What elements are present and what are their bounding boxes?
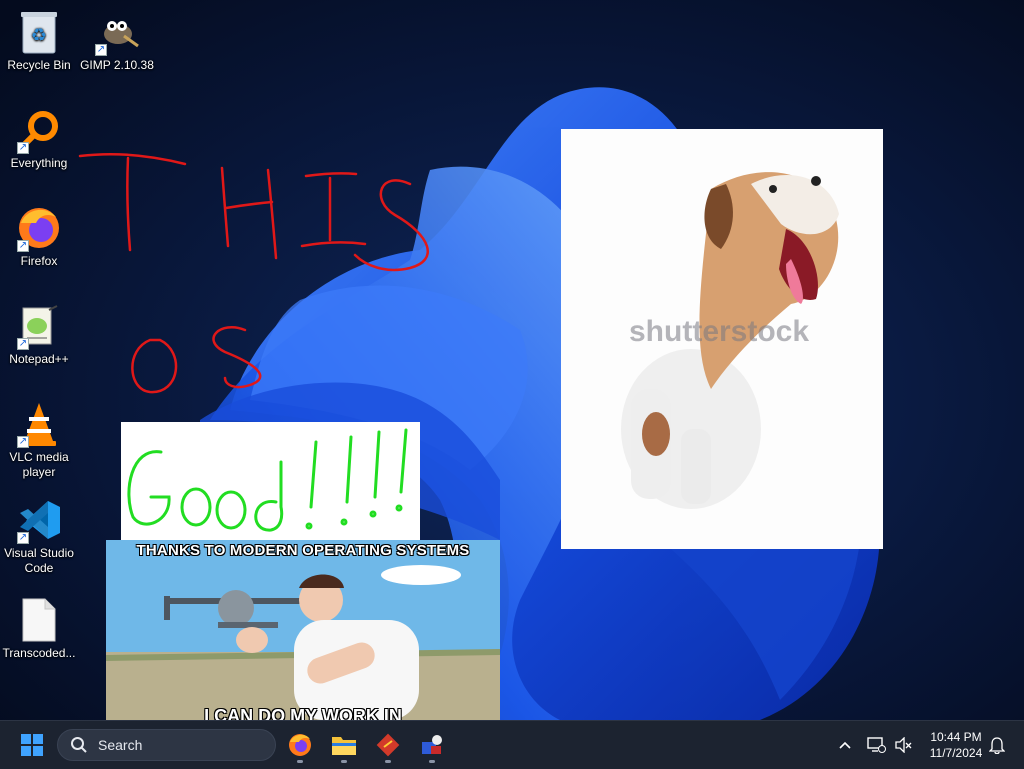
icon-label: Transcoded... xyxy=(2,646,76,660)
search-placeholder: Search xyxy=(98,737,143,753)
gimp-icon: ↗ xyxy=(93,8,141,56)
taskbar: Search 10:44 PM 11/7/2024 xyxy=(0,720,1024,769)
meme-bottom-caption: I CAN DO MY WORK IN xyxy=(204,706,402,720)
start-icon xyxy=(21,734,43,756)
vscode-icon: ↗ xyxy=(15,496,63,544)
meme-image: THANKS TO MODERN OPERATING SYSTEMS I CAN… xyxy=(106,540,500,720)
chevron-up-icon xyxy=(839,741,851,749)
vlc-shortcut[interactable]: ↗ VLC media player xyxy=(2,400,76,480)
network-icon xyxy=(867,737,886,753)
running-indicator xyxy=(341,760,347,763)
running-indicator xyxy=(385,760,391,763)
file-explorer-icon xyxy=(332,737,356,755)
svg-text:♻: ♻ xyxy=(31,25,47,46)
icon-label: Recycle Bin xyxy=(7,58,71,72)
firefox-icon xyxy=(289,734,311,756)
recycle-bin-shortcut[interactable]: ♻ Recycle Bin xyxy=(2,8,76,73)
taskbar-file-explorer-button[interactable] xyxy=(324,725,364,765)
notification-button[interactable] xyxy=(986,721,1008,769)
notepad-plus-plus-icon: ↗ xyxy=(15,302,63,350)
clock-time: 10:44 PM xyxy=(930,730,982,744)
icon-label: GIMP 2.10.38 xyxy=(80,58,154,72)
meme-scene xyxy=(106,540,500,720)
file-icon xyxy=(15,596,63,644)
show-hidden-icons-button[interactable] xyxy=(832,721,858,769)
green-scribble xyxy=(127,428,408,532)
start-button[interactable] xyxy=(12,725,52,765)
shortcut-arrow-icon: ↗ xyxy=(17,142,29,154)
everything-shortcut[interactable]: ↗ Everything xyxy=(2,106,76,171)
vlc-icon: ↗ xyxy=(15,400,63,448)
volume-button[interactable] xyxy=(890,721,916,769)
network-status-button[interactable] xyxy=(862,721,890,769)
app-red-icon xyxy=(376,733,400,757)
icon-label: Firefox xyxy=(20,254,58,268)
icon-label: Everything xyxy=(10,156,68,170)
clock-date: 11/7/2024 xyxy=(929,746,983,760)
bell-icon xyxy=(989,737,1005,754)
firefox-icon: ↗ xyxy=(15,204,63,252)
shortcut-arrow-icon: ↗ xyxy=(17,240,29,252)
taskbar-firefox-button[interactable] xyxy=(280,725,320,765)
shortcut-arrow-icon: ↗ xyxy=(95,44,107,56)
firefox-shortcut[interactable]: ↗ Firefox xyxy=(2,204,76,269)
everything-search-icon: ↗ xyxy=(15,106,63,154)
search-icon xyxy=(71,737,87,753)
taskbar-search-box[interactable]: Search xyxy=(57,729,276,761)
running-indicator xyxy=(429,760,435,763)
volume-muted-icon xyxy=(895,737,912,753)
watermark-text: shutterstock xyxy=(629,315,810,348)
recycle-bin-icon: ♻ xyxy=(15,8,63,56)
taskbar-app-red-button[interactable] xyxy=(368,725,408,765)
icon-label: Visual Studio Code xyxy=(4,546,74,575)
transcoded-file[interactable]: Transcoded... xyxy=(2,596,76,661)
notepad-plus-plus-shortcut[interactable]: ↗ Notepad++ xyxy=(2,302,76,367)
shortcut-arrow-icon: ↗ xyxy=(17,338,29,350)
app-blue-icon xyxy=(422,735,442,754)
dog-photo: shutterstock xyxy=(561,129,883,549)
gimp-shortcut[interactable]: ↗ GIMP 2.10.38 xyxy=(80,8,154,73)
meme-top-caption: THANKS TO MODERN OPERATING SYSTEMS xyxy=(136,542,470,559)
shortcut-arrow-icon: ↗ xyxy=(17,532,29,544)
taskbar-clock[interactable]: 10:44 PM 11/7/2024 xyxy=(918,721,994,769)
icon-label: VLC media player xyxy=(9,450,69,479)
running-indicator xyxy=(297,760,303,763)
shortcut-arrow-icon: ↗ xyxy=(17,436,29,448)
handwritten-note xyxy=(121,422,420,540)
vscode-shortcut[interactable]: ↗ Visual Studio Code xyxy=(2,496,76,576)
icon-label: Notepad++ xyxy=(9,352,69,366)
taskbar-app-blue-button[interactable] xyxy=(412,725,452,765)
